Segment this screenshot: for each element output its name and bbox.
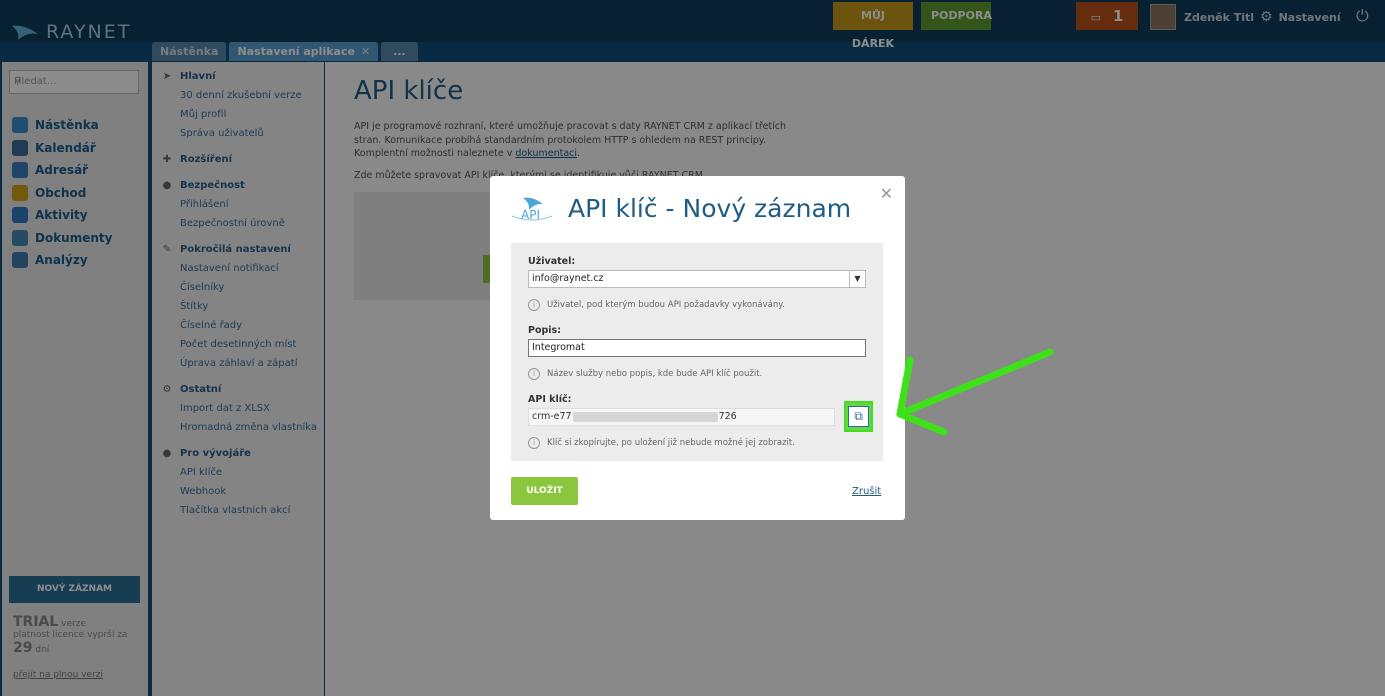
info-icon: i <box>528 368 540 380</box>
annotation-arrow-icon <box>896 348 1054 436</box>
user-value: info@raynet.cz <box>532 273 604 284</box>
api-key-prefix: crm-e77 <box>532 411 572 422</box>
cancel-link[interactable]: Zrušit <box>852 486 881 497</box>
user-select[interactable]: info@raynet.cz ▼ <box>528 270 866 288</box>
api-key-blurred <box>572 411 718 422</box>
api-key-hint: i Klíč si zkopírujte, po uložení již neb… <box>528 437 795 449</box>
api-key-label: API klíč: <box>528 394 572 405</box>
user-hint: i Uživatel, pod kterým budou API požadav… <box>528 299 785 311</box>
chevron-down-icon[interactable]: ▼ <box>849 271 865 287</box>
description-hint-text: Název služby nebo popis, kde bude API kl… <box>547 369 763 379</box>
info-icon: i <box>528 437 540 449</box>
close-icon[interactable]: ✕ <box>880 184 893 203</box>
api-key-hint-text: Klíč si zkopírujte, po uložení již nebud… <box>547 438 795 448</box>
description-hint: i Název služby nebo popis, kde bude API … <box>528 368 762 380</box>
new-api-key-modal: ✕ API API klíč - Nový záznam Uživatel: i… <box>490 176 905 520</box>
modal-title: API klíč - Nový záznam <box>568 194 852 223</box>
user-label: Uživatel: <box>528 256 576 267</box>
api-key-form: Uživatel: info@raynet.cz ▼ i Uživatel, p… <box>511 243 883 461</box>
user-hint-text: Uživatel, pod kterým budou API požadavky… <box>547 300 785 310</box>
api-logo-text: API <box>521 208 540 222</box>
api-key-suffix: 726 <box>718 411 737 422</box>
api-logo: API <box>509 194 555 226</box>
description-input[interactable]: Integromat <box>528 339 866 357</box>
description-label: Popis: <box>528 325 561 336</box>
info-icon: i <box>528 299 540 311</box>
copy-key-button[interactable]: ⧉ <box>844 401 873 432</box>
copy-icon: ⧉ <box>848 406 869 427</box>
save-button[interactable]: ULOŽIT <box>511 477 578 505</box>
api-key-field[interactable]: crm-e77 726 <box>528 408 835 426</box>
